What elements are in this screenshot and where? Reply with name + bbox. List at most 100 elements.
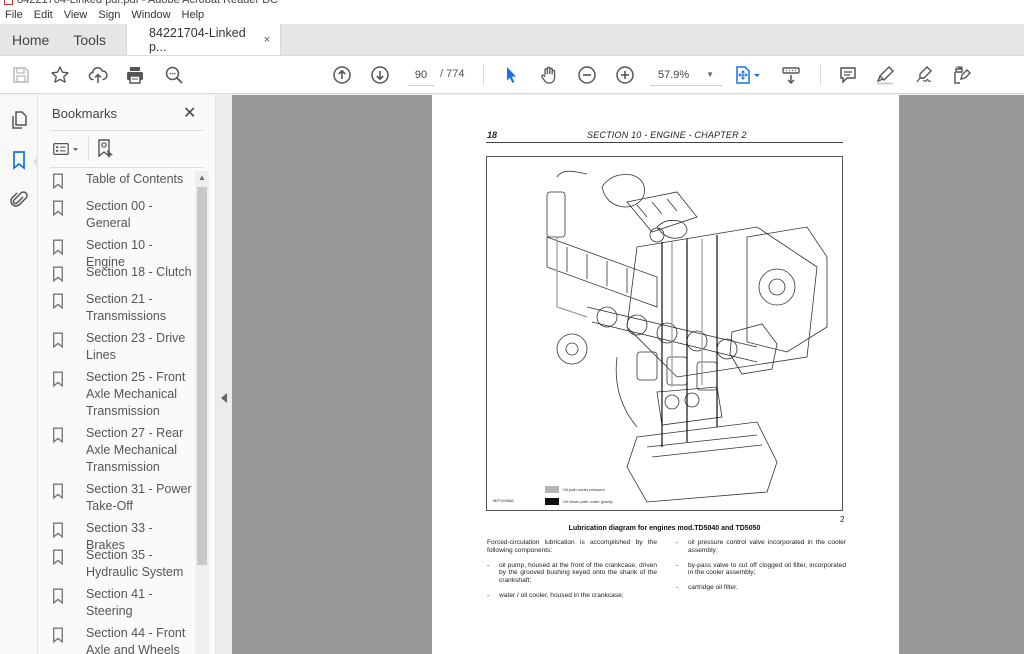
page-total: / 774 <box>440 68 465 80</box>
bookmark-item[interactable]: Section 25 - Front Axle Mechanical Trans… <box>52 369 194 420</box>
chevron-down-icon: ▼ <box>706 70 714 79</box>
bookmark-label: Section 23 - Drive Lines <box>86 331 186 362</box>
zoom-out-icon[interactable] <box>576 64 598 86</box>
diagram-legend: Oil path under pressure Oil return path … <box>545 484 613 508</box>
bookmarks-toolbar <box>50 135 204 165</box>
scroll-mode-icon[interactable] <box>780 64 802 86</box>
edit-pdf-icon[interactable] <box>951 64 973 86</box>
print-icon[interactable] <box>124 64 146 86</box>
bookmark-item[interactable]: Section 44 - Front Axle and Wheels <box>52 625 194 654</box>
bookmark-star-icon[interactable] <box>49 64 71 86</box>
menu-sign[interactable]: Sign <box>98 9 120 21</box>
bookmark-icon <box>52 198 70 232</box>
bookmark-icon <box>52 547 70 581</box>
zoom-level-select[interactable]: 57.9% ▼ <box>650 66 722 86</box>
acrobat-window: 84221704-Linked pdf.pdf - Adobe Acrobat … <box>0 0 1024 654</box>
engine-block <box>626 226 818 378</box>
bookmark-item[interactable]: Section 23 - Drive Lines <box>52 330 194 364</box>
attachments-icon[interactable] <box>8 188 30 210</box>
list-options-icon <box>53 142 69 156</box>
bookmark-icon <box>52 586 70 620</box>
bookmark-options-button[interactable] <box>52 139 82 159</box>
figure-number: 2 <box>840 515 845 524</box>
toolbar: 90 / 774 57.9% ▼ <box>0 56 1024 94</box>
page-header: SECTION 10 - ENGINE - CHAPTER 2 <box>587 130 747 140</box>
crankshaft-pulley <box>556 333 588 365</box>
legend-label: Oil return path under gravity <box>563 498 613 504</box>
bookmarks-panel: Bookmarks ✕ Table of Contents Section 00 … <box>38 95 215 654</box>
save-icon[interactable] <box>10 64 32 86</box>
text-column-left: Forced-circulation lubrication is accomp… <box>487 539 657 607</box>
collapse-panel-icon[interactable] <box>221 393 227 403</box>
bookmark-item[interactable]: Table of Contents <box>52 171 194 194</box>
bookmark-label: Section 35 - Hydraulic System <box>86 548 184 579</box>
document-view[interactable]: 18 SECTION 10 - ENGINE - CHAPTER 2 Oil p… <box>232 95 1024 654</box>
cloud-upload-icon[interactable] <box>87 64 109 86</box>
bookmark-scrollbar[interactable]: ▲ <box>195 171 209 654</box>
divider <box>50 167 204 168</box>
divider <box>88 137 89 161</box>
pdf-page: 18 SECTION 10 - ENGINE - CHAPTER 2 Oil p… <box>432 95 899 654</box>
toolbar-divider <box>483 64 484 86</box>
bookmark-label: Section 31 - Power Take-Off <box>86 482 192 513</box>
menu-edit[interactable]: Edit <box>34 9 53 21</box>
panel-splitter[interactable] <box>215 95 232 654</box>
bookmark-item[interactable]: Section 41 - Steering <box>52 586 194 620</box>
bookmark-item[interactable]: Section 21 - Transmissions <box>52 291 194 325</box>
page-thumbnails-icon[interactable] <box>8 109 30 131</box>
hand-tool-icon[interactable] <box>538 64 560 86</box>
bookmark-label: Section 00 - General <box>86 199 153 230</box>
intro-paragraph: Forced-circulation lubrication is accomp… <box>487 539 657 554</box>
bookmarks-icon[interactable] <box>8 149 30 171</box>
panel-title: Bookmarks <box>52 106 118 121</box>
zoom-level-value: 57.9% <box>658 69 690 81</box>
tab-document[interactable]: 84221704-Linked p... × <box>126 24 282 55</box>
bookmark-label: Section 44 - Front Axle and Wheels <box>86 626 186 654</box>
find-icon[interactable] <box>163 64 185 86</box>
close-tab-icon[interactable]: × <box>264 34 270 46</box>
tab-tools[interactable]: Tools <box>61 24 118 55</box>
fit-options-chevron-icon[interactable] <box>752 64 762 86</box>
bookmark-item[interactable]: Section 35 - Hydraulic System <box>52 547 194 581</box>
bookmark-item[interactable]: Section 18 - Clutch <box>52 264 194 287</box>
scrollbar-thumb[interactable] <box>197 187 207 565</box>
bookmark-icon <box>52 369 70 420</box>
zoom-in-icon[interactable] <box>614 64 636 86</box>
tab-home[interactable]: Home <box>0 24 61 55</box>
bookmark-item[interactable]: Section 27 - Rear Axle Mechanical Transm… <box>52 425 194 476</box>
bookmark-label: Table of Contents <box>86 172 184 186</box>
navigation-rail <box>0 95 39 654</box>
document-tab-label: 84221704-Linked p... <box>149 25 246 54</box>
legend-swatch-gravity <box>545 497 559 505</box>
list-item: - by-pass valve to cut off clogged oil fi… <box>676 561 846 577</box>
bookmark-item[interactable]: Section 00 - General <box>52 198 194 232</box>
fit-page-icon[interactable] <box>732 64 754 86</box>
lubrication-diagram: Oil path under pressure Oil return path … <box>486 156 843 511</box>
next-page-icon[interactable] <box>369 64 391 86</box>
bookmark-label: Section 41 - Steering <box>86 587 153 618</box>
menu-file[interactable]: File <box>5 9 23 21</box>
bookmark-icon <box>52 330 70 364</box>
figure-code: MIF10088A <box>493 498 514 503</box>
previous-page-icon[interactable] <box>331 64 353 86</box>
list-item: - water / oil cooler, housed in the crank… <box>487 591 624 599</box>
bookmark-icon <box>52 171 70 194</box>
header-rule <box>486 142 843 143</box>
highlight-icon[interactable] <box>874 64 896 86</box>
menu-help[interactable]: Help <box>182 9 205 21</box>
close-panel-icon[interactable]: ✕ <box>183 103 196 123</box>
new-bookmark-button[interactable] <box>95 138 115 165</box>
menu-window[interactable]: Window <box>131 9 170 21</box>
scroll-up-icon[interactable]: ▲ <box>195 173 209 185</box>
select-tool-icon[interactable] <box>500 64 522 86</box>
sign-icon[interactable] <box>913 64 935 86</box>
comment-icon[interactable] <box>837 64 859 86</box>
menu-view[interactable]: View <box>64 9 88 21</box>
turbocharger <box>601 174 645 208</box>
legend-label: Oil path under pressure <box>563 486 605 492</box>
menu-bar: File Edit View Sign Window Help <box>0 6 1024 24</box>
tab-bar: Home Tools 84221704-Linked p... × <box>0 24 1024 56</box>
page-number-input[interactable]: 90 <box>408 66 434 86</box>
list-item: - oil pump, housed at the front of the cr… <box>487 561 657 585</box>
bookmark-item[interactable]: Section 31 - Power Take-Off <box>52 481 194 515</box>
